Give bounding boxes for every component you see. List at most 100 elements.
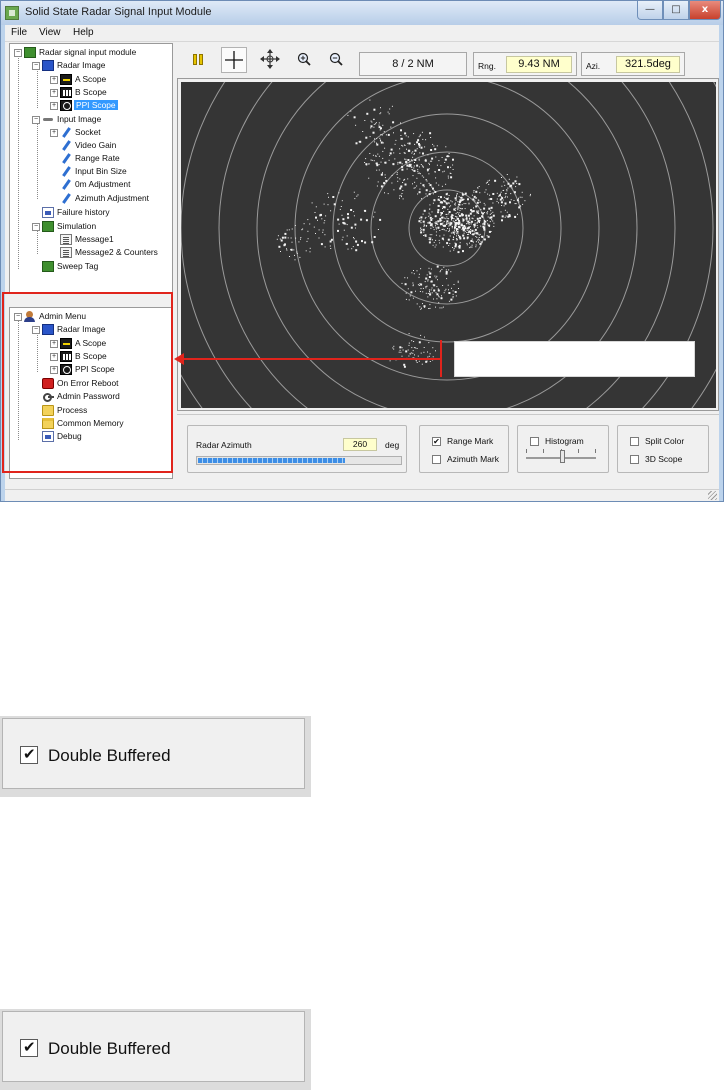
collapse-icon[interactable]: − — [32, 223, 40, 231]
azimuth-mark-checkbox[interactable] — [432, 455, 441, 464]
expand-icon[interactable]: + — [50, 76, 58, 84]
radar-echo — [277, 235, 279, 237]
radar-echo — [471, 217, 473, 219]
radar-echo — [501, 197, 504, 200]
radar-echo — [393, 345, 395, 347]
expand-icon[interactable]: + — [50, 89, 58, 97]
radar-echo — [448, 222, 450, 224]
radar-echo — [427, 296, 429, 298]
zoom-in-button[interactable] — [291, 47, 317, 73]
radar-echo — [391, 182, 393, 184]
tree-node-input-image[interactable]: − Input Image — [32, 114, 172, 126]
radar-echo — [447, 238, 450, 241]
radar-echo — [454, 204, 456, 206]
radar-echo — [417, 169, 419, 171]
split-color-checkbox[interactable] — [630, 437, 639, 446]
tree-node-video-gain[interactable]: Video Gain — [50, 140, 170, 152]
expand-icon[interactable]: + — [50, 129, 58, 137]
tree-node-socket[interactable]: + Socket — [50, 127, 170, 139]
menu-help[interactable]: Help — [73, 27, 94, 38]
3d-scope-label[interactable]: 3D Scope — [645, 454, 682, 464]
range-mark-checkbox[interactable]: ✔ — [432, 437, 441, 446]
radar-echo — [489, 216, 492, 219]
pause-button[interactable] — [185, 47, 211, 73]
radar-echo — [413, 169, 416, 172]
histogram-slider-thumb[interactable] — [560, 450, 566, 463]
tree-node-input-bin-size[interactable]: Input Bin Size — [50, 166, 170, 178]
radar-echo — [422, 228, 425, 231]
radar-echo — [401, 168, 404, 171]
radar-echo — [371, 121, 373, 123]
tree-node-b-scope[interactable]: + B Scope — [50, 87, 170, 99]
radar-echo — [513, 191, 516, 194]
tree-node-radar-image[interactable]: − Radar Image — [32, 60, 172, 72]
tree-node-0m-adjustment[interactable]: 0m Adjustment — [50, 179, 170, 191]
tree-node-failure-history[interactable]: Failure history — [32, 207, 172, 219]
radar-echo — [488, 230, 491, 233]
radar-echo — [391, 175, 393, 176]
3d-scope-checkbox[interactable] — [630, 455, 639, 464]
tree-node-message2[interactable]: Message2 & Counters — [50, 247, 170, 259]
double-buffered-label[interactable]: Double Buffered — [48, 746, 171, 766]
close-button[interactable]: x — [689, 1, 721, 20]
radar-echo — [455, 219, 456, 221]
tree-node-azimuth-adjustment[interactable]: Azimuth Adjustment — [50, 193, 170, 205]
menu-file[interactable]: File — [11, 27, 27, 38]
radar-echo — [435, 234, 437, 236]
radar-echo — [373, 126, 375, 128]
radar-echo — [430, 281, 432, 283]
radar-echo — [433, 241, 435, 243]
title-bar[interactable]: Solid State Radar Signal Input Module — … — [1, 1, 723, 25]
menu-view[interactable]: View — [39, 27, 61, 38]
radar-echo — [377, 181, 379, 183]
tree-node-message1[interactable]: Message1 — [50, 234, 170, 246]
radar-echo — [506, 190, 508, 192]
collapse-icon[interactable]: − — [32, 116, 40, 124]
tree-node-range-rate[interactable]: Range Rate — [50, 153, 170, 165]
range-mark-label[interactable]: Range Mark — [447, 436, 493, 446]
radar-echo — [482, 212, 484, 215]
radar-echo — [514, 216, 516, 218]
radar-echo — [493, 222, 495, 224]
radar-echo — [392, 121, 395, 124]
radar-echo — [426, 180, 428, 182]
maximize-button[interactable]: □ — [663, 1, 689, 20]
radar-echo — [436, 222, 438, 224]
radar-echo — [382, 157, 384, 159]
radar-echo — [376, 169, 378, 171]
collapse-icon[interactable]: − — [32, 62, 40, 70]
tree-node-root[interactable]: − Radar signal input module — [14, 47, 172, 59]
zoom-out-button[interactable] — [323, 47, 349, 73]
tree-node-ppi-scope[interactable]: + PPI Scope — [50, 100, 170, 112]
azimuth-mark-label[interactable]: Azimuth Mark — [447, 454, 499, 464]
radar-echo — [414, 187, 416, 189]
radar-echo — [473, 207, 474, 209]
histogram-checkbox[interactable] — [530, 437, 539, 446]
histogram-label[interactable]: Histogram — [545, 436, 584, 446]
collapse-icon[interactable]: − — [14, 49, 22, 57]
split-color-label[interactable]: Split Color — [645, 436, 684, 446]
radar-echo — [352, 246, 354, 248]
radar-echo — [473, 226, 475, 228]
radar-echo — [414, 159, 417, 161]
navigation-tree[interactable]: − Radar signal input module − Radar Imag… — [9, 43, 173, 293]
tree-node-simulation[interactable]: − Simulation — [32, 221, 172, 233]
tree-node-a-scope[interactable]: + A Scope — [50, 74, 170, 86]
monitor-icon — [42, 60, 54, 71]
expand-icon[interactable]: + — [50, 102, 58, 110]
radar-echo — [426, 360, 428, 362]
radar-echo — [508, 178, 510, 180]
double-buffered-checkbox[interactable] — [20, 745, 38, 764]
tree-node-sweep-tag[interactable]: Sweep Tag — [32, 261, 172, 273]
double-buffered-label[interactable]: Double Buffered — [48, 1039, 171, 1059]
radar-echo — [373, 123, 375, 125]
minimize-button[interactable]: — — [637, 1, 663, 20]
resize-grip-icon[interactable] — [708, 491, 717, 500]
double-buffered-checkbox[interactable] — [20, 1038, 38, 1057]
crosshair-tool-button[interactable] — [221, 47, 247, 73]
radar-echo — [439, 222, 442, 225]
radar-echo — [449, 206, 451, 208]
pan-tool-button[interactable] — [257, 47, 283, 73]
radar-echo — [346, 224, 348, 226]
radar-echo — [418, 172, 420, 174]
